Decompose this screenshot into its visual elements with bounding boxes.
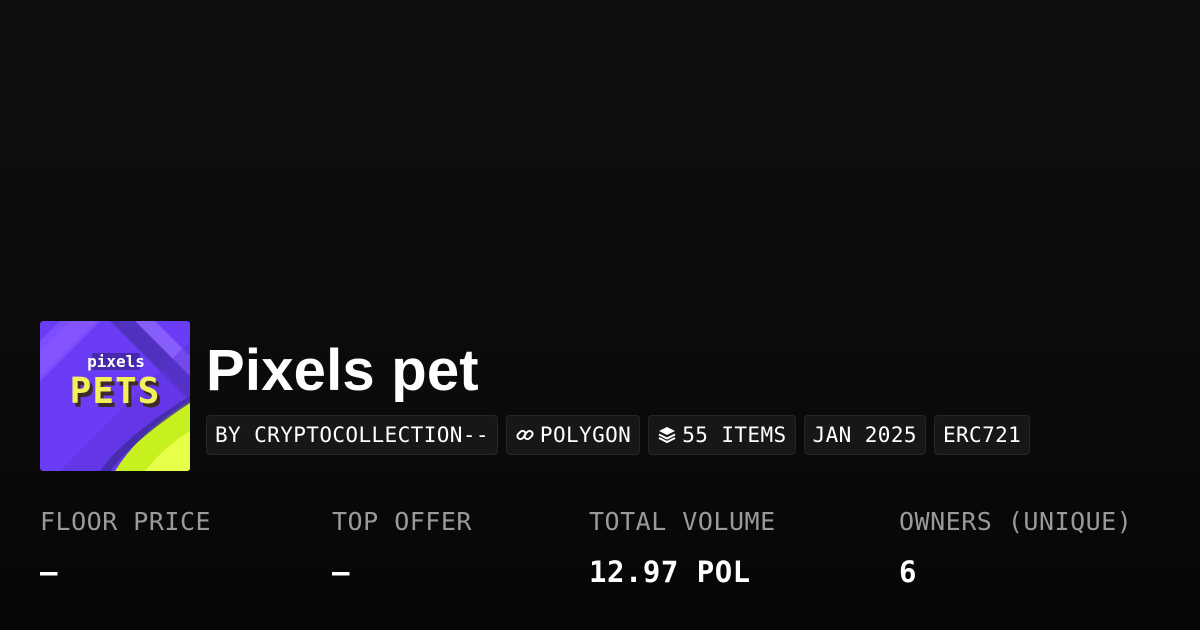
items-tag[interactable]: 55 ITEMS [648,415,796,455]
creator-tag-label: BY CRYPTOCOLLECTION-- [215,423,489,447]
collection-logo[interactable]: pixels PETS PETS [40,321,190,471]
creator-tag[interactable]: BY CRYPTOCOLLECTION-- [206,415,498,455]
chain-tag-label: POLYGON [539,423,632,447]
chain-tag[interactable]: POLYGON [505,415,641,455]
collection-title: Pixels pet [206,338,479,403]
link-icon [515,425,535,445]
stat-label: TOP OFFER [332,507,472,536]
stat-value: 6 [899,555,917,589]
created-date-tag: JAN 2025 [803,415,926,455]
token-standard-label: ERC721 [942,423,1022,447]
collection-stats: FLOOR PRICE – TOP OFFER – TOTAL VOLUME 1… [0,500,1200,610]
stat-floor-price: FLOOR PRICE – [40,500,211,600]
logo-brand-text: pixels [87,352,145,371]
stat-top-offer: TOP OFFER – [332,500,472,600]
collection-tags: BY CRYPTOCOLLECTION-- POLYGON 55 ITEMS J… [206,415,1031,455]
stat-owners: OWNERS (UNIQUE) 6 [899,500,1132,600]
logo-product-text: PETS [70,371,161,412]
stat-value: 12.97 POL [589,555,751,589]
pixels-pets-logo-image: pixels PETS PETS [40,321,190,471]
stat-value: – [332,555,350,589]
items-tag-label: 55 ITEMS [682,423,787,447]
stat-total-volume: TOTAL VOLUME 12.97 POL [589,500,776,600]
stat-label: OWNERS (UNIQUE) [899,507,1133,536]
stat-value: – [40,555,58,589]
layers-icon [657,425,677,445]
token-standard-tag: ERC721 [933,415,1031,455]
stat-label: FLOOR PRICE [40,507,212,536]
stat-label: TOTAL VOLUME [589,507,776,536]
created-date-label: JAN 2025 [812,423,917,447]
